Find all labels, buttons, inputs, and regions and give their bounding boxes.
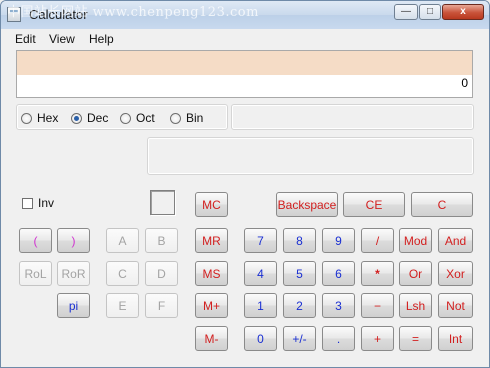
ror-button[interactable]: RoR [57,261,90,286]
close-button[interactable]: x [442,4,484,20]
radio-oct-label: Oct [136,111,155,125]
c-button[interactable]: C [411,192,473,217]
radio-bin[interactable]: Bin [170,111,203,125]
add-button[interactable]: + [361,326,394,351]
rol-button[interactable]: RoL [19,261,52,286]
display-top-band [17,51,472,75]
radio-bin-circle [170,112,181,124]
hex-c-button[interactable]: C [106,261,139,286]
minimize-button[interactable]: — [394,4,418,20]
menu-edit[interactable]: Edit [15,32,36,46]
open-paren-button[interactable]: ( [19,228,52,253]
title-bar[interactable]: Calculator 中国站长网站 www.chenpeng123.com — … [1,1,489,29]
radio-hex-circle [21,112,32,124]
digit-7-button[interactable]: 7 [244,228,277,253]
maximize-button[interactable]: □ [419,4,441,20]
digit-0-button[interactable]: 0 [244,326,277,351]
radio-hex-label: Hex [37,111,59,125]
or-button[interactable]: Or [399,261,432,286]
radio-dec[interactable]: Dec [71,111,108,125]
watermark-text: 中国站长网站 www.chenpeng123.com [7,5,259,20]
pi-button[interactable]: pi [57,293,90,318]
options-group [147,137,474,175]
menu-bar: Edit View Help [1,29,489,49]
hex-f-button[interactable]: F [145,293,178,318]
mod-button[interactable]: Mod [399,228,432,253]
digit-8-button[interactable]: 8 [283,228,316,253]
radio-hex[interactable]: Hex [21,111,58,125]
menu-view[interactable]: View [49,32,75,46]
divide-button[interactable]: / [361,228,394,253]
hex-d-button[interactable]: D [145,261,178,286]
not-button[interactable]: Not [438,293,473,318]
ce-button[interactable]: CE [343,192,405,217]
digit-3-button[interactable]: 3 [322,293,355,318]
radio-oct-circle [120,112,131,124]
digit-6-button[interactable]: 6 [322,261,355,286]
m-minus-button[interactable]: M- [195,326,228,351]
inv-checkbox-box [22,197,33,209]
digit-4-button[interactable]: 4 [244,261,277,286]
mc-button[interactable]: MC [195,192,228,217]
digit-1-button[interactable]: 1 [244,293,277,318]
multiply-button[interactable]: * [361,261,394,286]
decimal-button[interactable]: . [322,326,355,351]
backspace-button[interactable]: Backspace [276,192,338,217]
equals-button[interactable]: = [399,326,432,351]
digit-2-button[interactable]: 2 [283,293,316,318]
menu-help[interactable]: Help [89,32,114,46]
hex-a-button[interactable]: A [106,228,139,253]
ms-button[interactable]: MS [195,261,228,286]
hex-e-button[interactable]: E [106,293,139,318]
mr-button[interactable]: MR [195,228,228,253]
display-value: 0 [461,76,468,90]
radio-dec-circle [71,112,82,124]
memory-indicator [150,190,175,215]
result-display: 0 [16,50,473,98]
radio-dec-label: Dec [87,111,109,125]
angle-group [231,104,474,130]
close-paren-button[interactable]: ) [57,228,90,253]
digit-5-button[interactable]: 5 [283,261,316,286]
and-button[interactable]: And [438,228,473,253]
lsh-button[interactable]: Lsh [399,293,432,318]
radio-bin-label: Bin [186,111,204,125]
m-plus-button[interactable]: M+ [195,293,228,318]
inv-label: Inv [38,196,55,210]
hex-b-button[interactable]: B [145,228,178,253]
int-button[interactable]: Int [438,326,473,351]
inv-checkbox[interactable]: Inv [22,196,54,210]
subtract-button[interactable]: − [361,293,394,318]
sign-toggle-button[interactable]: +/- [283,326,316,351]
digit-9-button[interactable]: 9 [322,228,355,253]
xor-button[interactable]: Xor [438,261,473,286]
radio-oct[interactable]: Oct [120,111,155,125]
calculator-window: Calculator 中国站长网站 www.chenpeng123.com — … [0,0,490,368]
